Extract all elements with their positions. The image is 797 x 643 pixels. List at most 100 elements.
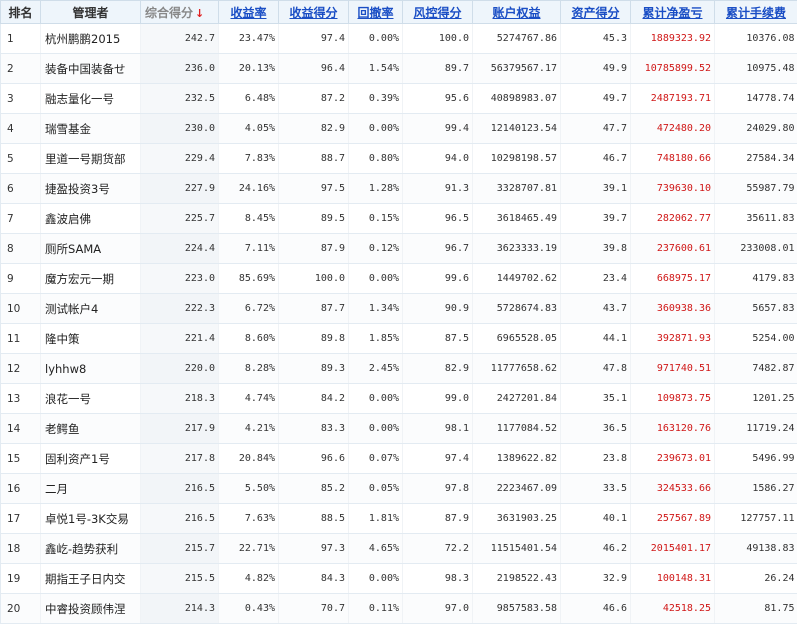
asset-score-cell: 49.7 bbox=[560, 83, 631, 114]
header-equity[interactable]: 账户权益 bbox=[472, 0, 561, 24]
return-rate-cell: 7.63% bbox=[218, 503, 279, 534]
drawdown-cell: 0.12% bbox=[348, 233, 403, 264]
equity-cell: 5728674.83 bbox=[472, 293, 561, 324]
drawdown-cell: 0.00% bbox=[348, 383, 403, 414]
fees-cell: 1586.27 bbox=[714, 473, 797, 504]
overall-score-cell: 242.7 bbox=[140, 23, 219, 54]
overall-score-cell: 215.5 bbox=[140, 563, 219, 594]
net-profit-cell: 100148.31 bbox=[630, 563, 715, 594]
return-score-cell: 88.7 bbox=[278, 143, 349, 174]
header-drawdown[interactable]: 回撤率 bbox=[348, 0, 403, 24]
manager-cell: 测试帐户4 bbox=[40, 293, 141, 324]
return-score-cell: 97.3 bbox=[278, 533, 349, 564]
header-fees[interactable]: 累计手续费 bbox=[714, 0, 797, 24]
rank-cell: 13 bbox=[0, 383, 41, 414]
table-row: 14 老鳄鱼 217.9 4.21% 83.3 0.00% 98.1 1177084.52 36… bbox=[0, 413, 797, 444]
fees-cell: 4179.83 bbox=[714, 263, 797, 294]
overall-score-cell: 214.3 bbox=[140, 593, 219, 624]
header-risk-score[interactable]: 风控得分 bbox=[402, 0, 473, 24]
equity-cell: 2427201.84 bbox=[472, 383, 561, 414]
equity-cell: 12140123.54 bbox=[472, 113, 561, 144]
manager-cell: 瑞雪基金 bbox=[40, 113, 141, 144]
table-header: 排名 管理者 综合得分 ↓ 收益率 收益得分 回撤率 风控得分 账户权益 资产得分… bbox=[0, 0, 797, 24]
return-rate-cell: 5.50% bbox=[218, 473, 279, 504]
rank-cell: 1 bbox=[0, 23, 41, 54]
return-score-cell: 96.6 bbox=[278, 443, 349, 474]
asset-score-cell: 49.9 bbox=[560, 53, 631, 84]
overall-score-cell: 222.3 bbox=[140, 293, 219, 324]
overall-score-cell: 216.5 bbox=[140, 473, 219, 504]
asset-score-cell: 32.9 bbox=[560, 563, 631, 594]
manager-cell: 固利资产1号 bbox=[40, 443, 141, 474]
header-return-score[interactable]: 收益得分 bbox=[278, 0, 349, 24]
overall-score-cell: 230.0 bbox=[140, 113, 219, 144]
return-rate-cell: 8.28% bbox=[218, 353, 279, 384]
return-rate-cell: 4.74% bbox=[218, 383, 279, 414]
return-score-cell: 89.8 bbox=[278, 323, 349, 354]
manager-cell: 厕所SAMA bbox=[40, 233, 141, 264]
risk-score-cell: 96.7 bbox=[402, 233, 473, 264]
rank-cell: 12 bbox=[0, 353, 41, 384]
header-return-rate[interactable]: 收益率 bbox=[218, 0, 279, 24]
rank-cell: 11 bbox=[0, 323, 41, 354]
asset-score-cell: 46.7 bbox=[560, 143, 631, 174]
fees-cell: 27584.34 bbox=[714, 143, 797, 174]
fees-cell: 35611.83 bbox=[714, 203, 797, 234]
overall-score-cell: 216.5 bbox=[140, 503, 219, 534]
ranking-table: 排名 管理者 综合得分 ↓ 收益率 收益得分 回撤率 风控得分 账户权益 资产得分… bbox=[0, 0, 797, 624]
risk-score-cell: 96.5 bbox=[402, 203, 473, 234]
risk-score-cell: 82.9 bbox=[402, 353, 473, 384]
fees-cell: 11719.24 bbox=[714, 413, 797, 444]
drawdown-cell: 0.05% bbox=[348, 473, 403, 504]
asset-score-cell: 43.7 bbox=[560, 293, 631, 324]
return-score-cell: 84.2 bbox=[278, 383, 349, 414]
overall-score-cell: 232.5 bbox=[140, 83, 219, 114]
drawdown-cell: 1.34% bbox=[348, 293, 403, 324]
rank-cell: 10 bbox=[0, 293, 41, 324]
table-row: 3 融志量化一号 232.5 6.48% 87.2 0.39% 95.6 40898983.0… bbox=[0, 83, 797, 114]
header-overall-score-label: 综合得分 bbox=[145, 5, 194, 20]
rank-cell: 19 bbox=[0, 563, 41, 594]
risk-score-cell: 99.0 bbox=[402, 383, 473, 414]
fees-cell: 7482.87 bbox=[714, 353, 797, 384]
drawdown-cell: 0.15% bbox=[348, 203, 403, 234]
asset-score-cell: 39.7 bbox=[560, 203, 631, 234]
asset-score-cell: 40.1 bbox=[560, 503, 631, 534]
table-row: 1 杭州鹏鹏2015 242.7 23.47% 97.4 0.00% 100.0 527476… bbox=[0, 23, 797, 54]
return-score-cell: 96.4 bbox=[278, 53, 349, 84]
risk-score-cell: 91.3 bbox=[402, 173, 473, 204]
drawdown-cell: 1.85% bbox=[348, 323, 403, 354]
return-score-cell: 87.9 bbox=[278, 233, 349, 264]
overall-score-cell: 227.9 bbox=[140, 173, 219, 204]
header-net-profit[interactable]: 累计净盈亏 bbox=[630, 0, 715, 24]
asset-score-cell: 36.5 bbox=[560, 413, 631, 444]
header-manager: 管理者 bbox=[40, 0, 141, 24]
drawdown-cell: 0.11% bbox=[348, 593, 403, 624]
net-profit-cell: 392871.93 bbox=[630, 323, 715, 354]
return-score-cell: 89.3 bbox=[278, 353, 349, 384]
fees-cell: 5496.99 bbox=[714, 443, 797, 474]
return-score-cell: 85.2 bbox=[278, 473, 349, 504]
net-profit-cell: 42518.25 bbox=[630, 593, 715, 624]
drawdown-cell: 0.39% bbox=[348, 83, 403, 114]
asset-score-cell: 23.4 bbox=[560, 263, 631, 294]
net-profit-cell: 748180.66 bbox=[630, 143, 715, 174]
risk-score-cell: 97.0 bbox=[402, 593, 473, 624]
overall-score-cell: 217.9 bbox=[140, 413, 219, 444]
rank-cell: 16 bbox=[0, 473, 41, 504]
rank-cell: 8 bbox=[0, 233, 41, 264]
header-overall-score[interactable]: 综合得分 ↓ bbox=[140, 0, 219, 24]
table-row: 17 卓悦1号-3K交易 216.5 7.63% 88.5 1.81% 87.9 363190… bbox=[0, 503, 797, 534]
equity-cell: 56379567.17 bbox=[472, 53, 561, 84]
drawdown-cell: 4.65% bbox=[348, 533, 403, 564]
manager-cell: lyhhw8 bbox=[40, 353, 141, 384]
asset-score-cell: 39.1 bbox=[560, 173, 631, 204]
table-body: 1 杭州鹏鹏2015 242.7 23.47% 97.4 0.00% 100.0 527476… bbox=[0, 23, 797, 624]
header-asset-score[interactable]: 资产得分 bbox=[560, 0, 631, 24]
return-score-cell: 83.3 bbox=[278, 413, 349, 444]
drawdown-cell: 0.00% bbox=[348, 563, 403, 594]
return-score-cell: 82.9 bbox=[278, 113, 349, 144]
asset-score-cell: 47.8 bbox=[560, 353, 631, 384]
rank-cell: 4 bbox=[0, 113, 41, 144]
equity-cell: 2198522.43 bbox=[472, 563, 561, 594]
